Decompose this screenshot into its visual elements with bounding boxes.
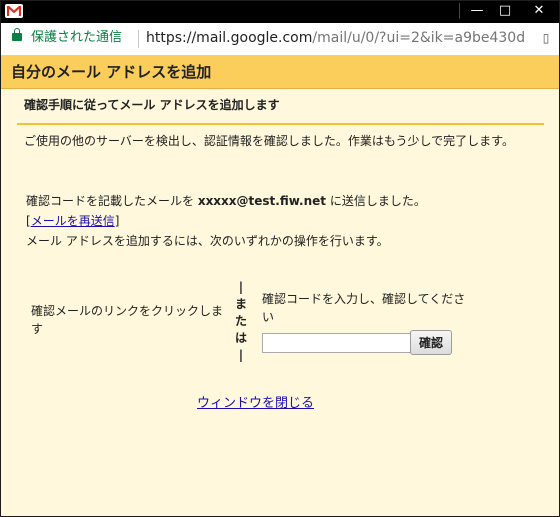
gmail-icon	[5, 4, 23, 18]
close-window-link[interactable]: ウィンドウを閉じる	[197, 395, 314, 413]
url-fade	[528, 30, 534, 48]
secure-label[interactable]: 保護された通信	[31, 30, 122, 46]
option-enter-code: 確認コードを入力し、確認してください	[262, 292, 466, 324]
popup-window: — □ ✕ 保護された通信 https://mail.google.com/ma…	[0, 0, 560, 517]
minimize-icon[interactable]: —	[463, 1, 491, 21]
url-path: /mail/u/0/?ui=2&ik=a9be430d	[312, 30, 526, 46]
section-heading: 確認手順に従ってメール アドレスを追加します	[24, 98, 280, 112]
sent-suffix: に送信しました。	[326, 194, 426, 208]
sent-message: 確認コードを記載したメールを xxxxx@test.fiw.net に送信しまし…	[26, 192, 426, 210]
sent-email: xxxxx@test.fiw.net	[197, 194, 327, 208]
address-divider	[138, 30, 139, 48]
close-icon[interactable]: ✕	[519, 1, 559, 21]
url-text[interactable]: https://mail.google.com/mail/u/0/?ui=2&i…	[146, 30, 528, 47]
or-separator: | または |	[235, 280, 248, 362]
page-title: 自分のメール アドレスを追加	[11, 63, 212, 81]
maximize-icon[interactable]: □	[491, 1, 519, 21]
section-divider	[17, 123, 544, 125]
resend-link[interactable]: メールを再送信	[31, 214, 115, 228]
instruction-text: メール アドレスを追加するには、次のいずれかの操作を行います。	[26, 234, 389, 248]
intro-text: ご使用の他のサーバーを検出し、認証情報を確認しました。作業はもう少しで完了します…	[24, 134, 514, 148]
verification-code-input[interactable]	[262, 333, 411, 353]
title-bar: — □ ✕	[1, 1, 559, 23]
url-host: https://mail.google.com	[146, 30, 313, 46]
title-divider	[459, 3, 460, 19]
address-bar[interactable]: 保護された通信 https://mail.google.com/mail/u/0…	[1, 23, 559, 56]
resend-row: [メールを再送信]	[26, 214, 120, 228]
page-header: 自分のメール アドレスを追加	[1, 56, 559, 89]
confirm-button[interactable]: 確認	[410, 330, 452, 355]
page-info-icon[interactable]: ▯	[539, 28, 553, 48]
option-click-link: 確認メールのリンクをクリックします	[31, 304, 224, 336]
sent-prefix: 確認コードを記載したメールを	[26, 194, 198, 208]
lock-icon	[12, 28, 22, 41]
